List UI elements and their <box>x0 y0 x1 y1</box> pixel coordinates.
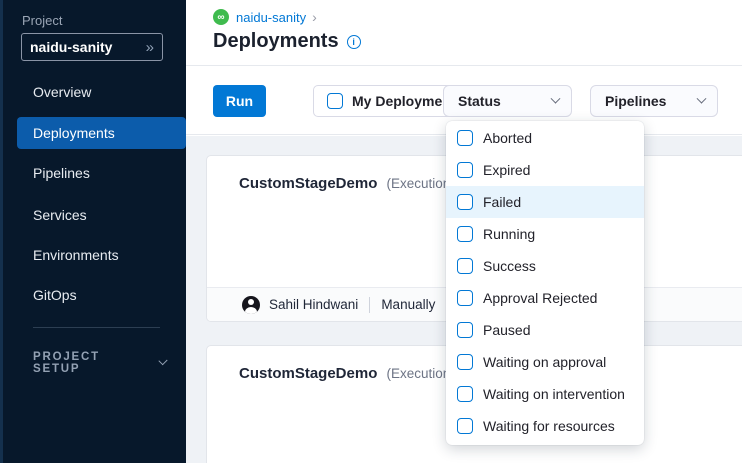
checkbox[interactable] <box>457 354 473 370</box>
checkbox[interactable] <box>457 226 473 242</box>
info-icon[interactable]: i <box>347 35 361 49</box>
sidebar-item-gitops[interactable]: GitOps <box>0 279 186 311</box>
page-header: ∞ naidu-sanity › Deployments i <box>186 0 742 66</box>
pipeline-name[interactable]: CustomStageDemo <box>239 175 377 192</box>
project-expand-icon[interactable]: » <box>146 39 154 56</box>
project-selector[interactable]: naidu-sanity » <box>21 33 163 61</box>
project-selector-value: naidu-sanity <box>30 39 112 55</box>
breadcrumb-project-link[interactable]: naidu-sanity <box>236 10 306 25</box>
status-option-label: Approval Rejected <box>483 290 597 306</box>
status-option-label: Failed <box>483 194 521 210</box>
pipelines-filter-dropdown[interactable]: Pipelines <box>590 85 718 117</box>
status-option-label: Waiting on approval <box>483 354 606 370</box>
breadcrumb: ∞ naidu-sanity › <box>213 9 317 25</box>
status-option-expired[interactable]: Expired <box>446 154 644 186</box>
author-name: Sahil Hindwani <box>269 297 358 312</box>
project-setup-toggle[interactable]: PROJECT SETUP <box>33 351 166 375</box>
status-option-success[interactable]: Success <box>446 250 644 282</box>
my-deployments-checkbox[interactable] <box>327 93 343 109</box>
checkbox[interactable] <box>457 194 473 210</box>
project-label: Project <box>22 13 62 28</box>
status-option-waiting-for-resources[interactable]: Waiting for resources <box>446 410 644 442</box>
status-option-label: Success <box>483 258 536 274</box>
checkbox[interactable] <box>457 258 473 274</box>
sidebar-item-deployments[interactable]: Deployments <box>17 117 186 149</box>
status-option-waiting-on-intervention[interactable]: Waiting on intervention <box>446 378 644 410</box>
status-option-label: Paused <box>483 322 530 338</box>
checkbox[interactable] <box>457 418 473 434</box>
sidebar-item-services[interactable]: Services <box>0 199 186 231</box>
sidebar-divider <box>33 327 160 328</box>
harness-cd-icon: ∞ <box>213 9 229 25</box>
status-option-waiting-on-approval[interactable]: Waiting on approval <box>446 346 644 378</box>
checkbox[interactable] <box>457 290 473 306</box>
breadcrumb-chevron-icon: › <box>312 9 317 25</box>
status-option-approval-rejected[interactable]: Approval Rejected <box>446 282 644 314</box>
user-avatar-icon <box>242 296 260 314</box>
chevron-down-icon <box>158 356 167 365</box>
page-title: Deployments <box>213 30 339 53</box>
project-setup-label: PROJECT SETUP <box>33 351 132 375</box>
run-button[interactable]: Run <box>213 85 266 117</box>
sidebar-item-environments[interactable]: Environments <box>0 239 186 271</box>
status-option-aborted[interactable]: Aborted <box>446 122 644 154</box>
sidebar-item-pipelines[interactable]: Pipelines <box>0 157 186 189</box>
sidebar: Project naidu-sanity » Overview Deployme… <box>0 0 186 463</box>
status-option-label: Running <box>483 226 535 242</box>
sidebar-item-overview[interactable]: Overview <box>0 76 186 108</box>
status-filter-dropdown[interactable]: Status <box>443 85 572 117</box>
chevron-down-icon <box>551 93 561 103</box>
status-option-label: Waiting on intervention <box>483 386 625 402</box>
pipelines-filter-label: Pipelines <box>605 93 666 109</box>
status-option-label: Aborted <box>483 130 532 146</box>
checkbox[interactable] <box>457 130 473 146</box>
status-option-running[interactable]: Running <box>446 218 644 250</box>
status-option-label: Waiting for resources <box>483 418 615 434</box>
chevron-down-icon <box>697 93 707 103</box>
pipeline-name[interactable]: CustomStageDemo <box>239 365 377 382</box>
status-option-label: Expired <box>483 162 530 178</box>
checkbox[interactable] <box>457 386 473 402</box>
status-option-paused[interactable]: Paused <box>446 314 644 346</box>
footer-divider <box>369 297 370 313</box>
status-option-failed[interactable]: Failed <box>446 186 644 218</box>
checkbox[interactable] <box>457 322 473 338</box>
status-dropdown-menu: Aborted Expired Failed Running Success A… <box>446 121 644 445</box>
trigger-type: Manually <box>381 297 435 312</box>
checkbox[interactable] <box>457 162 473 178</box>
status-filter-label: Status <box>458 93 501 109</box>
